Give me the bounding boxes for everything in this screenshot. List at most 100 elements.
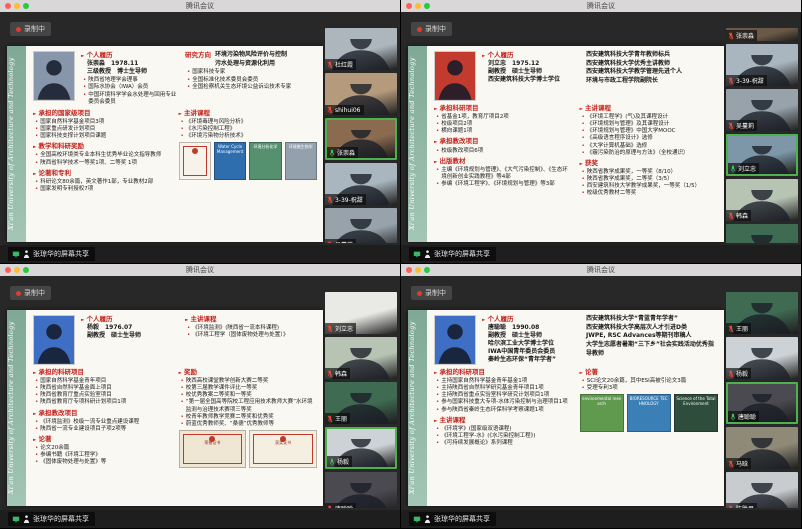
profile-right-column: 西安建筑科技大学“青蓝青年学者”西安建筑科技大学高层次人才引进D类JWPE, R… bbox=[586, 315, 718, 365]
bullet-marker-icon: • bbox=[83, 92, 86, 106]
bullet-item: •校级优秀教材二等奖 bbox=[582, 190, 719, 197]
participant-tile[interactable]: 3-39-祝甜 bbox=[726, 44, 798, 86]
slide-section: ►承担教改项目•《环境监测》校级一流专业重点建设课程•陕西省一流专业建设项目子项… bbox=[33, 409, 172, 433]
participant-tile[interactable]: 杨毅 bbox=[325, 427, 397, 469]
honor-line: 西安建筑科技大学“青蓝青年学者” bbox=[586, 315, 718, 324]
participant-tile[interactable]: 唐聪聪 bbox=[726, 382, 798, 424]
participant-tile[interactable]: 杜红霞 bbox=[325, 28, 397, 70]
bullet-marker-icon: • bbox=[187, 332, 190, 339]
slide-profile-row: ►个人履历唐聪聪 1990.08副教授 硕士生导师哈尔滨工业大学博士学位IWA中… bbox=[434, 315, 718, 365]
share-status-chip[interactable]: 张琼华的屏幕共享 bbox=[409, 247, 496, 261]
participant-tile[interactable]: 韩森 bbox=[726, 179, 798, 221]
profile-line: 西安建筑科技大学博士学位 bbox=[488, 76, 580, 84]
faculty-photo bbox=[434, 315, 476, 365]
fullscreen-window-button[interactable] bbox=[424, 267, 430, 273]
bullet-marker-icon: • bbox=[35, 452, 38, 459]
bullet-list: •主编《环境规划与管理》、《大气污染控制》、《生态环境创新创业实践教程》等4部•… bbox=[434, 167, 573, 188]
bullet-marker-icon: • bbox=[582, 135, 585, 142]
participant-name: 3-39-祝甜 bbox=[325, 194, 366, 205]
arrow-icon: ► bbox=[482, 318, 485, 323]
bullet-marker-icon: • bbox=[35, 186, 38, 193]
profile-header: ►个人履历 bbox=[81, 51, 179, 60]
faculty-photo bbox=[33, 51, 75, 101]
recording-label: 录制中 bbox=[24, 288, 45, 298]
participant-filmstrip[interactable]: 张崇淼 3-39-祝甜吴蔓莉刘立忠韩森王丽 bbox=[726, 28, 798, 243]
close-window-button[interactable] bbox=[5, 3, 11, 9]
profile-line: 三级教授 博士生导师 bbox=[87, 68, 179, 76]
close-window-button[interactable] bbox=[406, 3, 412, 9]
bullet-marker-icon: • bbox=[35, 385, 38, 392]
bullet-item: •《霾污染防治的原理与方法》（全校通识） bbox=[582, 150, 719, 157]
mic-icon bbox=[730, 413, 736, 421]
slide-section: ►论著•论文20余篇•参编书籍《环境工程学》•《固体废物处理与处置》等 bbox=[33, 435, 172, 466]
participant-tile[interactable]: shihui06 bbox=[325, 73, 397, 115]
bullet-item: •受理专利3项 bbox=[582, 385, 719, 392]
participant-tile[interactable]: 3-39-祝甜 bbox=[325, 163, 397, 205]
share-status-chip[interactable]: 张琼华的屏幕共享 bbox=[8, 512, 95, 526]
bullet-marker-icon: • bbox=[582, 143, 585, 150]
section-header: ►教学和科研奖励 bbox=[33, 142, 172, 151]
bullet-marker-icon: • bbox=[436, 385, 439, 392]
participant-tile[interactable]: 刘立忠 bbox=[325, 292, 397, 334]
mic-icon bbox=[327, 415, 333, 423]
participant-tile[interactable]: 唐聪聪 bbox=[325, 472, 397, 508]
presenter-icon bbox=[23, 250, 30, 258]
recording-indicator[interactable]: 录制中 bbox=[411, 22, 452, 36]
participant-tile[interactable]: 韩森 bbox=[325, 337, 397, 379]
minimize-window-button[interactable] bbox=[415, 267, 421, 273]
fullscreen-window-button[interactable] bbox=[23, 267, 29, 273]
shared-slide: Xi'an University of Architecture and Tec… bbox=[408, 310, 724, 506]
arrow-icon: ► bbox=[81, 318, 84, 323]
meeting-window: 腾讯会议 录制中 Xi'an University of Architectur… bbox=[401, 0, 802, 264]
certificate-seal-icon bbox=[192, 148, 198, 154]
close-window-button[interactable] bbox=[406, 267, 412, 273]
participant-tile[interactable]: 马晗 bbox=[726, 427, 798, 469]
close-window-button[interactable] bbox=[5, 267, 11, 273]
slide-section: ►承担教改项目•校级教改项目6项 bbox=[434, 137, 573, 154]
slide-images: Water Cycle Management环境分析化学环境微生物学 bbox=[179, 142, 318, 180]
topright-header: ►主讲课程 bbox=[185, 315, 317, 324]
share-status-chip[interactable]: 张琼华的屏幕共享 bbox=[409, 512, 496, 526]
bullet-marker-icon: • bbox=[436, 378, 439, 385]
bullet-marker-icon: • bbox=[35, 426, 38, 433]
traffic-lights bbox=[5, 3, 29, 9]
participant-filmstrip[interactable]: 杜红霞 shihui06 张崇淼 3-39-祝甜吴蔓莉 bbox=[325, 28, 397, 243]
participant-filmstrip[interactable]: 王丽杨毅唐聪聪马晗陈胜男 bbox=[726, 292, 798, 508]
participant-tile[interactable]: 王丽 bbox=[726, 292, 798, 334]
bullet-item: •校级教改项目6项 bbox=[436, 148, 573, 155]
participant-filmstrip[interactable]: 刘立忠韩森王丽杨毅唐聪聪 bbox=[325, 292, 397, 508]
fullscreen-window-button[interactable] bbox=[23, 3, 29, 9]
participant-name: shihui06 bbox=[325, 105, 364, 115]
minimize-window-button[interactable] bbox=[14, 3, 20, 9]
minimize-window-button[interactable] bbox=[415, 3, 421, 9]
bullet-list: •校级教改项目6项 bbox=[434, 148, 573, 155]
recording-indicator[interactable]: 录制中 bbox=[411, 286, 452, 300]
participant-tile[interactable]: 王丽 bbox=[726, 224, 798, 243]
participant-tile[interactable]: 杨毅 bbox=[726, 337, 798, 379]
participant-tile[interactable]: 吴蔓莉 bbox=[325, 208, 397, 243]
participant-tile[interactable]: 王丽 bbox=[325, 382, 397, 424]
meeting-stage: 录制中 Xi'an University of Architecture and… bbox=[401, 276, 801, 510]
recording-indicator[interactable]: 录制中 bbox=[10, 22, 51, 36]
participant-tile[interactable]: 张崇淼 bbox=[726, 28, 798, 41]
share-status-chip[interactable]: 张琼华的屏幕共享 bbox=[8, 247, 95, 261]
bullet-marker-icon: • bbox=[436, 440, 439, 447]
minimize-window-button[interactable] bbox=[14, 267, 20, 273]
bullet-marker-icon: • bbox=[436, 426, 439, 433]
bullet-list: •《环境监测》(陕西省一流本科课程)•《环境工程学（固体废物处理与处置）》 bbox=[185, 325, 317, 339]
participant-tile[interactable]: 张崇淼 bbox=[325, 118, 397, 160]
presenter-icon bbox=[424, 515, 431, 523]
participant-tile[interactable]: 刘立忠 bbox=[726, 134, 798, 176]
shared-slide: Xi'an University of Architecture and Tec… bbox=[408, 46, 724, 242]
window-title: 腾讯会议 bbox=[186, 265, 214, 275]
participant-tile[interactable]: 陈胜男 bbox=[726, 472, 798, 508]
image-label: 环境分析化学 bbox=[251, 145, 279, 150]
bullet-marker-icon: • bbox=[436, 148, 439, 155]
recording-indicator[interactable]: 录制中 bbox=[10, 286, 51, 300]
fullscreen-window-button[interactable] bbox=[424, 3, 430, 9]
slide-section: ►承担的国家级项目•国家自然科学基金项目3项•国家重点研发计划项目•国家科技支撑… bbox=[33, 109, 172, 140]
mic-icon bbox=[728, 370, 734, 378]
bullet-marker-icon: • bbox=[582, 150, 585, 157]
participant-tile[interactable]: 吴蔓莉 bbox=[726, 89, 798, 131]
screen-share-icon bbox=[413, 250, 421, 258]
